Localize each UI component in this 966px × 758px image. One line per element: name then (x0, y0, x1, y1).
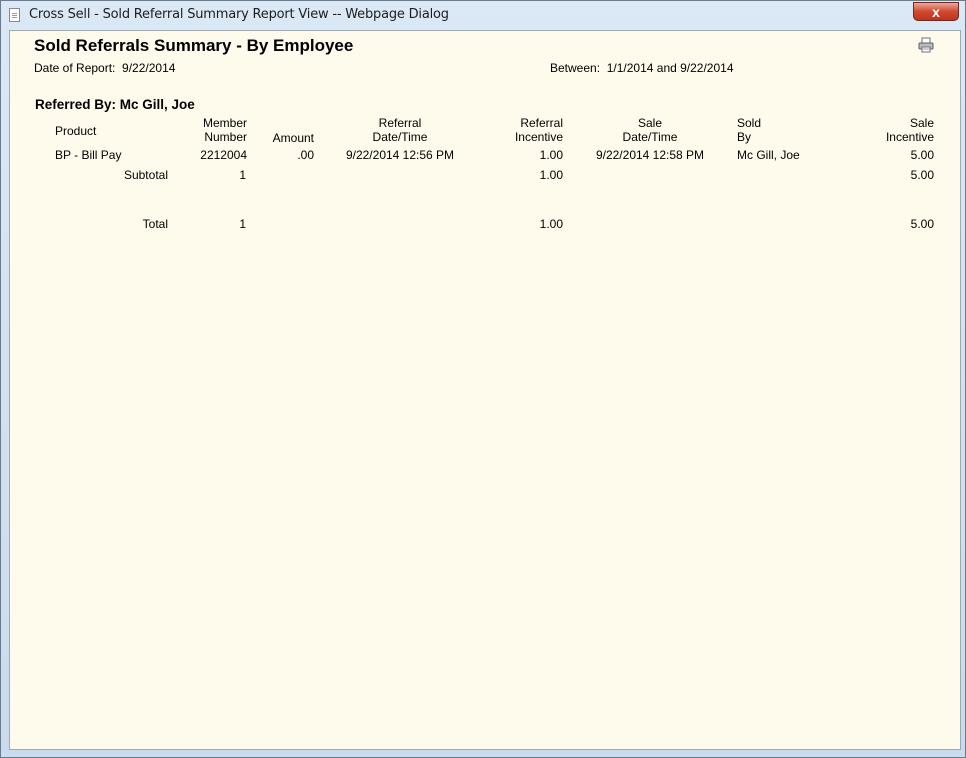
subtotal-referral-incentive: 1.00 (539, 168, 563, 182)
cell-product: BP - Bill Pay (55, 148, 122, 162)
dialog-window: Cross Sell - Sold Referral Summary Repor… (0, 0, 966, 758)
subtotal-count: 1 (239, 168, 246, 182)
cell-referral-incentive: 1.00 (539, 148, 563, 162)
report-title: Sold Referrals Summary - By Employee (34, 36, 354, 55)
total-referral-incentive: 1.00 (539, 217, 563, 231)
report-between: Between: 1/1/2014 and 9/22/2014 (550, 61, 734, 75)
report-content: Sold Referrals Summary - By Employee Dat… (9, 30, 961, 750)
subtotal-sale-incentive: 5.00 (910, 168, 934, 182)
cell-sold-by: Mc Gill, Joe (737, 148, 800, 162)
col-header-sold-by: Sold By (737, 116, 762, 144)
referred-by-heading: Referred By: Mc Gill, Joe (35, 97, 195, 112)
title-bar[interactable]: Cross Sell - Sold Referral Summary Repor… (1, 1, 965, 30)
cell-member-number: 2212004 (200, 148, 247, 162)
between-value: 1/1/2014 and 9/22/2014 (606, 61, 734, 75)
cell-amount: .00 (297, 148, 314, 162)
col-header-product: Product (55, 124, 97, 138)
subtotal-label: Subtotal (123, 168, 168, 182)
print-icon[interactable] (918, 37, 934, 53)
cell-referral-datetime: 9/22/2014 12:56 PM (345, 148, 455, 162)
total-label: Total (142, 217, 168, 231)
col-header-member-number: Member Number (202, 116, 247, 144)
col-header-sale-incentive: Sale Incentive (885, 116, 934, 144)
window-title: Cross Sell - Sold Referral Summary Repor… (29, 7, 449, 22)
between-label: Between: (550, 61, 601, 75)
total-count: 1 (239, 217, 246, 231)
col-header-amount: Amount (272, 131, 314, 145)
cell-sale-incentive: 5.00 (910, 148, 934, 162)
date-of-report: Date of Report: 9/22/2014 (34, 61, 175, 75)
col-header-referral-incentive: Referral Incentive (514, 116, 563, 144)
page-icon (9, 8, 20, 22)
close-button[interactable]: x (913, 2, 959, 21)
col-header-sale-datetime: Sale Date/Time (622, 116, 678, 144)
total-sale-incentive: 5.00 (910, 217, 934, 231)
col-header-referral-datetime: Referral Date/Time (372, 116, 428, 144)
cell-sale-datetime: 9/22/2014 12:58 PM (595, 148, 705, 162)
date-of-report-label: Date of Report: (34, 61, 116, 75)
date-of-report-value: 9/22/2014 (122, 61, 176, 75)
